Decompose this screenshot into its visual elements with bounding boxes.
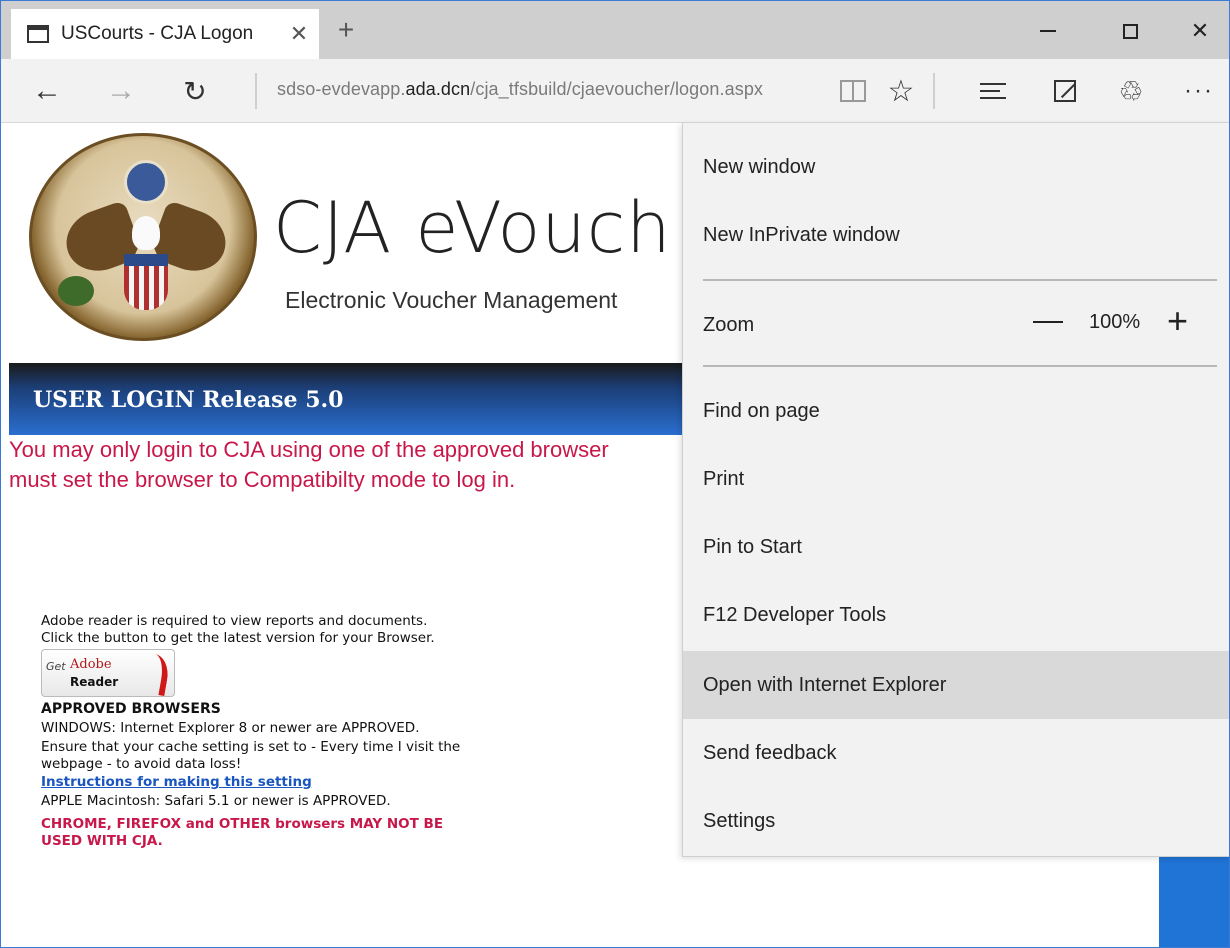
address-bar: ← → ↻ sdso-evdevapp.ada.dcn/cja_tfsbuild… [1,59,1229,123]
menu-item-new-window[interactable]: New window [683,133,1229,201]
us-courts-seal-logo [29,133,257,341]
url-field[interactable]: sdso-evdevapp.ada.dcn/cja_tfsbuild/cjaev… [277,79,763,100]
approved-browsers-heading: APPROVED BROWSERS [41,701,221,717]
menu-item-open-with-internet-explorer[interactable]: Open with Internet Explorer [683,651,1229,719]
url-path: /cja_tfsbuild/cjaevoucher/logon.aspx [470,79,764,99]
more-actions-icon[interactable]: ··· [1179,71,1219,111]
adobe-logo-icon [136,651,172,697]
web-note-icon[interactable] [1045,71,1085,111]
zoom-label: Zoom [703,313,755,336]
tab-uscourts[interactable]: USCourts - CJA Logon ✕ [11,9,319,59]
instructions-link[interactable]: Instructions for making this setting [41,774,461,791]
warning-line-1: You may only login to CJA using one of t… [9,437,609,462]
adobe-text: Adobe reader is required to view reports… [41,613,435,646]
cache-text: Ensure that your cache setting is set to… [41,739,461,772]
zoom-value: 100% [1089,311,1141,333]
apple-text: APPLE Macintosh: Safari 5.1 or newer is … [41,793,391,809]
warning-line-2: must set the browser to Compatibilty mod… [9,467,516,492]
maximize-button[interactable] [1105,13,1155,49]
url-prefix: sdso-evdevapp. [277,79,406,99]
other-browsers-warning: CHROME, FIREFOX and OTHER browsers MAY N… [41,816,444,849]
toolbar-separator [933,73,935,109]
window-close-button[interactable]: ✕ [1175,13,1225,49]
forward-icon[interactable]: → [99,69,143,113]
page-side-panel [1159,857,1229,947]
title-bar: USCourts - CJA Logon ✕ + ✕ [1,1,1229,59]
menu-item-send-feedback[interactable]: Send feedback [683,719,1229,787]
get-adobe-reader-button[interactable]: Get Adobe Reader [41,649,175,697]
login-bar-title: USER LOGIN Release 5.0 [33,387,344,413]
adobe-reader-label: Reader [70,675,119,689]
browser-warning: You may only login to CJA using one of t… [9,435,709,495]
reading-view-icon[interactable] [833,71,873,111]
zoom-in-icon[interactable]: + [1167,303,1188,339]
hub-icon[interactable] [973,71,1013,111]
menu-item-zoom: Zoom 100% + [683,291,1229,359]
menu-separator [703,365,1217,367]
adobe-name-label: Adobe [70,657,112,672]
maximize-icon [1122,23,1138,39]
url-domain: ada.dcn [405,79,471,99]
tab-title: USCourts - CJA Logon [61,23,254,44]
app-subtitle: Electronic Voucher Management [285,287,618,313]
menu-item-new-inprivate-window[interactable]: New InPrivate window [683,201,1229,269]
share-icon[interactable]: ♲ [1111,71,1151,111]
new-tab-icon[interactable]: + [331,15,361,45]
menu-item-settings[interactable]: Settings [683,787,1229,855]
adobe-get-label: Get [46,660,66,673]
tab-close-icon[interactable]: ✕ [279,21,319,47]
minimize-icon [1040,30,1056,32]
windows-text: WINDOWS: Internet Explorer 8 or newer ar… [41,720,420,736]
favorite-star-icon[interactable]: ☆ [881,71,921,111]
menu-item-print[interactable]: Print [683,445,1229,513]
zoom-out-icon[interactable] [1033,321,1063,323]
menu-item-pin-to-start[interactable]: Pin to Start [683,513,1229,581]
back-icon[interactable]: ← [25,69,69,113]
settings-more-menu: New window New InPrivate window Zoom 100… [682,123,1229,857]
minimize-button[interactable] [1023,13,1073,49]
menu-separator [703,279,1217,281]
menu-item-find-on-page[interactable]: Find on page [683,377,1229,445]
browser-info-panel: Adobe reader is required to view reports… [41,613,461,850]
browser-window: USCourts - CJA Logon ✕ + ✕ ← → ↻ sdso-ev… [0,0,1230,948]
tab-page-icon [27,25,49,43]
app-title: CJA eVouch [273,187,672,269]
menu-item-f12-developer-tools[interactable]: F12 Developer Tools [683,581,1229,649]
address-separator [255,73,257,109]
refresh-icon[interactable]: ↻ [173,69,217,113]
